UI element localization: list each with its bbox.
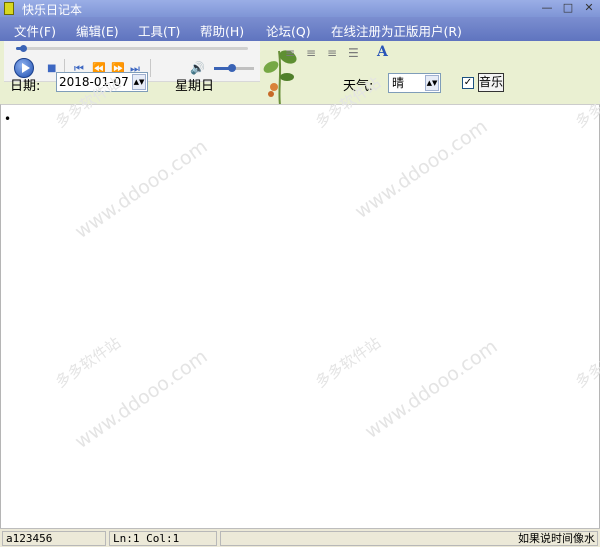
maximize-icon[interactable]: □ xyxy=(559,1,577,15)
weather-select[interactable]: 晴 ▲▼ xyxy=(388,73,441,93)
playback-progress[interactable] xyxy=(16,45,248,52)
status-user: a123456 xyxy=(2,531,106,546)
align-center-icon[interactable]: ≡ xyxy=(306,46,316,60)
menu-help[interactable]: 帮助(H) xyxy=(200,21,244,40)
watermark-cn: 多多软件站 xyxy=(52,333,124,392)
volume-slider-knob[interactable] xyxy=(228,64,236,72)
diary-editor[interactable]: • www.ddooo.com www.ddooo.com www.ddooo.… xyxy=(0,74,600,528)
bullet-list-icon[interactable]: ☰ xyxy=(348,46,359,60)
volume-slider[interactable] xyxy=(214,64,254,72)
date-label: 日期: xyxy=(10,79,41,94)
watermark-text: www.ddooo.com xyxy=(361,335,502,444)
weekday-label: 星期日 xyxy=(175,79,215,94)
status-bar: a123456 Ln:1 Col:1 如果说时间像水 xyxy=(0,528,600,547)
checkmark-icon: ✓ xyxy=(463,77,473,88)
window-title: 快乐日记本 xyxy=(22,3,83,17)
menu-file[interactable]: 文件(F) xyxy=(14,21,56,40)
status-cursor-position: Ln:1 Col:1 xyxy=(109,531,217,546)
menu-bar: 文件(F) 编辑(E) 工具(T) 帮助(H) 论坛(Q) 在线注册为正版用户(… xyxy=(0,17,600,41)
music-checkbox[interactable]: ✓ xyxy=(462,77,474,89)
playback-progress-knob[interactable] xyxy=(19,45,27,52)
app-icon xyxy=(4,2,14,15)
watermark-cn: 多多软件站 xyxy=(572,333,600,392)
date-dropdown-icon[interactable]: ▲▼ xyxy=(132,74,146,90)
separator xyxy=(150,59,151,77)
menu-edit[interactable]: 编辑(E) xyxy=(76,21,119,40)
menu-register[interactable]: 在线注册为正版用户(R) xyxy=(331,21,462,40)
watermark-text: www.ddooo.com xyxy=(351,115,492,224)
menu-forum[interactable]: 论坛(Q) xyxy=(266,21,311,40)
watermark-text: www.ddooo.com xyxy=(71,135,212,244)
volume-icon[interactable]: 🔊 xyxy=(190,61,205,75)
minimize-icon[interactable]: — xyxy=(538,1,556,15)
align-left-icon[interactable]: ≡ xyxy=(285,46,295,60)
menu-tools[interactable]: 工具(T) xyxy=(138,21,180,40)
music-button[interactable]: 音乐 xyxy=(478,73,504,92)
status-message: 如果说时间像水 xyxy=(220,531,598,546)
editor-content: • xyxy=(4,112,12,126)
weather-value: 晴 xyxy=(392,76,405,90)
weather-dropdown-icon[interactable]: ▲▼ xyxy=(425,75,439,91)
font-icon[interactable]: A xyxy=(377,44,388,60)
close-icon[interactable]: ✕ xyxy=(580,1,598,15)
title-bar: 快乐日记本 — □ ✕ xyxy=(0,0,600,17)
align-right-icon[interactable]: ≡ xyxy=(327,46,337,60)
watermark-cn: 多多软件站 xyxy=(312,333,384,392)
